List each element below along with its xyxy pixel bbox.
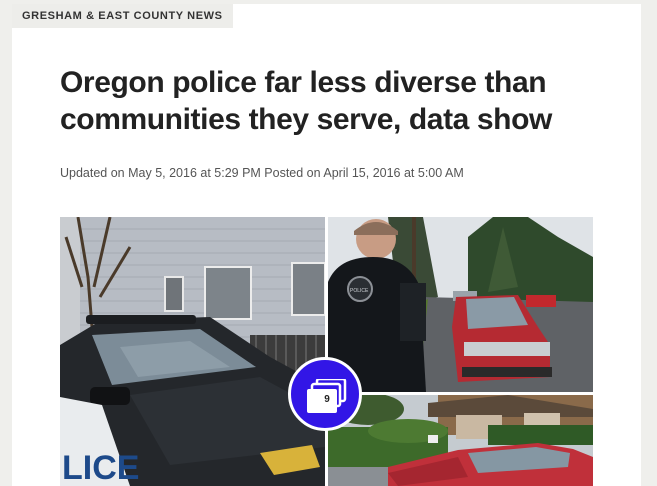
patch-text: POLICE <box>350 288 369 294</box>
officer-street-photo[interactable]: POLICE <box>328 217 593 392</box>
article-dateline: Updated on May 5, 2016 at 5:29 PM Posted… <box>60 166 464 180</box>
photo-count: 9 <box>324 394 330 405</box>
police-car-photo[interactable]: LICE <box>60 217 325 486</box>
car-decal-text: LICE <box>62 449 139 486</box>
photo-gallery[interactable]: LICE POLICE 9 <box>60 217 593 486</box>
gallery-count-button[interactable]: 9 <box>288 357 362 431</box>
article-card: GRESHAM & EAST COUNTY NEWS Oregon police… <box>12 4 641 486</box>
section-tag[interactable]: GRESHAM & EAST COUNTY NEWS <box>12 4 233 28</box>
red-car-photo[interactable] <box>328 395 593 486</box>
article-headline: Oregon police far less diverse than comm… <box>60 66 552 136</box>
